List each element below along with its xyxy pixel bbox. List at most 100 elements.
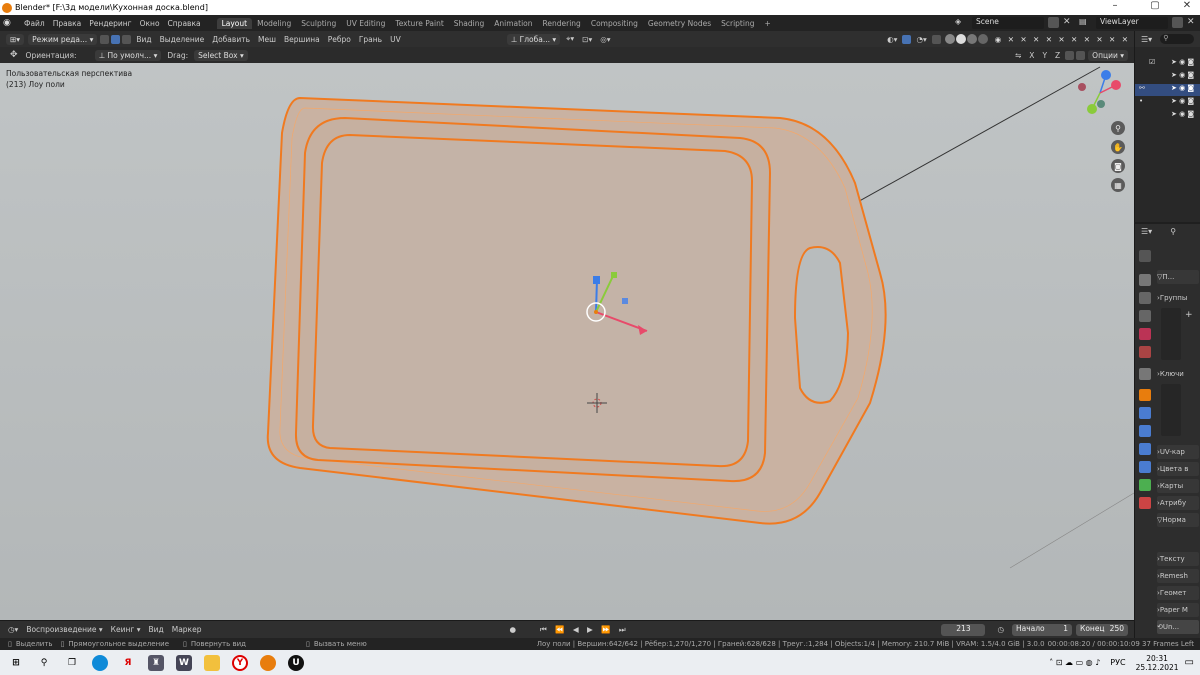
- yandex-icon[interactable]: Я: [120, 655, 136, 671]
- menu-mesh[interactable]: Меш: [254, 35, 280, 44]
- menu-playback[interactable]: Воспроизведение ▾: [22, 625, 106, 634]
- transform-orientation-dropdown[interactable]: ⊥ Глоба... ▾: [506, 33, 561, 45]
- record-icon[interactable]: ●: [505, 625, 520, 634]
- unfold-button[interactable]: ⟲ Un...: [1157, 620, 1199, 634]
- mirror-y-toggle[interactable]: Y: [1038, 51, 1051, 60]
- gizmo-y-handle[interactable]: [611, 272, 617, 278]
- menu-marker[interactable]: Маркер: [168, 625, 206, 634]
- editor-type-dropdown[interactable]: ⊞▾: [6, 33, 25, 45]
- collection-tab-icon[interactable]: [1139, 368, 1151, 380]
- tab-layout[interactable]: Layout: [216, 17, 253, 29]
- end-frame-field[interactable]: Конец 250: [1076, 623, 1128, 636]
- tool-tab-icon[interactable]: [1139, 250, 1151, 262]
- new-view-layer-icon[interactable]: [1172, 17, 1183, 28]
- object-name-field[interactable]: ▽ П...: [1157, 270, 1199, 284]
- auto-merge-icon[interactable]: [1065, 50, 1075, 60]
- outliner-row[interactable]: ➤ ◉ ◙: [1135, 71, 1200, 83]
- render-tab-icon[interactable]: [1139, 274, 1151, 286]
- maximize-icon[interactable]: ▢: [1142, 0, 1168, 11]
- tab-animation[interactable]: Animation: [489, 18, 537, 29]
- add-group-icon[interactable]: +: [1185, 310, 1193, 320]
- mirror-z-toggle[interactable]: Z: [1051, 51, 1064, 60]
- drag-dropdown[interactable]: Select Box ▾: [194, 49, 248, 61]
- menu-vertex[interactable]: Вершина: [280, 35, 324, 44]
- blender-menu-icon[interactable]: ◉: [3, 18, 17, 28]
- search-icon[interactable]: ⚲: [36, 655, 52, 671]
- options-dropdown[interactable]: Опции ▾: [1088, 49, 1128, 61]
- new-scene-icon[interactable]: [1048, 17, 1059, 28]
- groove-inner[interactable]: [311, 133, 754, 468]
- menu-uv[interactable]: UV: [386, 35, 405, 44]
- section-normals[interactable]: ▽ Норма: [1157, 513, 1199, 527]
- snap-icon[interactable]: ⊡▾: [578, 35, 596, 44]
- windows-start-icon[interactable]: ⊞: [8, 655, 24, 671]
- pivot-icon[interactable]: ⌖▾: [562, 34, 578, 44]
- tab-compositing[interactable]: Compositing: [586, 18, 643, 29]
- tab-shading[interactable]: Shading: [449, 18, 489, 29]
- section-uv-maps[interactable]: › UV-кар: [1157, 445, 1199, 459]
- properties-editor-icon[interactable]: ☰▾: [1141, 227, 1152, 236]
- modifier-tab-icon[interactable]: [1139, 407, 1151, 419]
- outliner-search-icon[interactable]: ⚲: [1160, 34, 1195, 44]
- data-tab-icon[interactable]: [1139, 479, 1151, 491]
- delete-view-layer-icon[interactable]: ✕: [1187, 17, 1195, 27]
- gizmo-z-handle[interactable]: [593, 276, 600, 284]
- menu-edge[interactable]: Ребро: [324, 35, 355, 44]
- orientation-dropdown[interactable]: ⊥ По умолч... ▾: [94, 49, 162, 61]
- section-paper-model[interactable]: › Paper M: [1157, 603, 1199, 617]
- tab-modeling[interactable]: Modeling: [252, 18, 296, 29]
- tab-texture-paint[interactable]: Texture Paint: [390, 18, 448, 29]
- vertex-select-icon[interactable]: [100, 34, 110, 44]
- section-attributes[interactable]: › Атрибу: [1157, 496, 1199, 510]
- section-face-maps[interactable]: › Карты: [1157, 479, 1199, 493]
- vertex-groups-list[interactable]: [1161, 308, 1181, 360]
- mirror-options-icon[interactable]: ⇋: [1011, 51, 1025, 60]
- menu-file[interactable]: Файл: [20, 19, 49, 28]
- mesh-overlay-toggles[interactable]: ◉ ✕ ✕ ✕ ✕ ✕ ✕ ✕ ✕ ✕ ✕: [991, 35, 1134, 44]
- output-tab-icon[interactable]: [1139, 292, 1151, 304]
- 3d-viewport[interactable]: Пользовательская перспектива (213) Лоу п…: [0, 63, 1134, 620]
- task-view-icon[interactable]: ❐: [64, 655, 80, 671]
- constraints-tab-icon[interactable]: [1139, 461, 1151, 473]
- file-explorer-icon[interactable]: [204, 654, 220, 671]
- section-remesh[interactable]: › Remesh: [1157, 569, 1199, 583]
- tab-scripting[interactable]: Scripting: [716, 18, 759, 29]
- close-icon[interactable]: ✕: [1174, 0, 1200, 11]
- edge-select-icon[interactable]: [111, 34, 121, 44]
- gizmo-plane-handle[interactable]: [622, 298, 628, 304]
- material-tab-icon[interactable]: [1139, 497, 1151, 509]
- unreal-engine-icon[interactable]: U: [288, 654, 304, 671]
- menu-select[interactable]: Выделение: [156, 35, 209, 44]
- menu-face[interactable]: Грань: [355, 35, 386, 44]
- world-tab-icon[interactable]: [1139, 346, 1151, 358]
- playback-controls[interactable]: ⏮ ⏪ ◀ ▶ ⏩ ⏭: [536, 625, 633, 635]
- mesh-canvas[interactable]: [0, 63, 1134, 620]
- tray-icons[interactable]: ˄ ⊡ ☁ ▭ ◍ ♪: [1049, 658, 1100, 667]
- tab-sculpting[interactable]: Sculpting: [296, 18, 341, 29]
- view-layer-icon[interactable]: ▤: [1079, 17, 1093, 28]
- physics-tab-icon[interactable]: [1139, 443, 1151, 455]
- face-select-icon[interactable]: [122, 34, 132, 44]
- rendered-shading-icon[interactable]: [977, 34, 988, 44]
- start-frame-field[interactable]: Начало 1: [1012, 623, 1072, 636]
- section-shape-keys[interactable]: › Ключи: [1157, 367, 1199, 381]
- tab-geometry-nodes[interactable]: Geometry Nodes: [643, 18, 716, 29]
- material-shading-icon[interactable]: [966, 34, 977, 44]
- overlay-icon[interactable]: ◔▾: [912, 35, 930, 44]
- delete-scene-icon[interactable]: ✕: [1063, 17, 1071, 27]
- xray-toggle-icon[interactable]: [931, 34, 941, 44]
- blender-taskbar-icon[interactable]: [260, 654, 276, 671]
- menu-render[interactable]: Рендеринг: [85, 19, 135, 28]
- tab-uv-editing[interactable]: UV Editing: [341, 18, 390, 29]
- notifications-icon[interactable]: ▭: [1185, 657, 1194, 668]
- view-layer-field[interactable]: ViewLayer: [1096, 17, 1168, 29]
- camera-view-icon[interactable]: ◙: [1111, 159, 1125, 173]
- scene-icon[interactable]: ◈: [955, 17, 969, 28]
- view-layer-tab-icon[interactable]: [1139, 310, 1151, 322]
- menu-edit[interactable]: Правка: [49, 19, 86, 28]
- outliner-row[interactable]: ➤ ◉ ◙: [1135, 110, 1200, 122]
- menu-window[interactable]: Окно: [136, 19, 164, 28]
- mode-dropdown[interactable]: Режим реда... ▾: [28, 33, 98, 45]
- scene-tab-icon[interactable]: [1139, 328, 1151, 340]
- section-color-attributes[interactable]: › Цвета в: [1157, 462, 1199, 476]
